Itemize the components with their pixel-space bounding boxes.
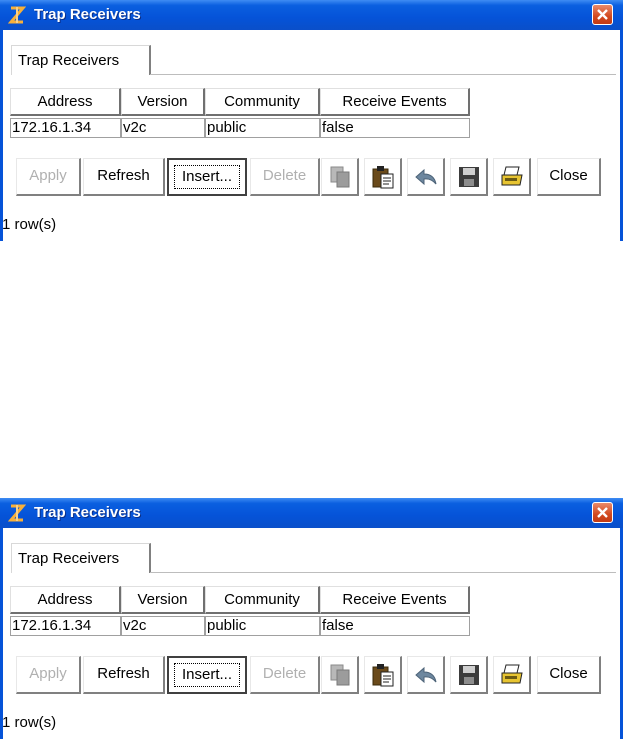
copy-icon	[330, 664, 350, 686]
refresh-button[interactable]: Refresh	[83, 656, 165, 694]
tab-label: Trap Receivers	[18, 52, 120, 69]
trap-receivers-window-2: Trap Receivers Trap Receivers Address Ve…	[0, 498, 623, 739]
close-button[interactable]: Close	[537, 158, 601, 196]
title-bar[interactable]: Trap Receivers	[0, 0, 623, 30]
close-icon	[597, 507, 608, 518]
close-icon	[597, 9, 608, 20]
cell-address[interactable]: 172.16.1.34	[10, 118, 121, 138]
print-icon	[501, 664, 523, 684]
column-header-community[interactable]: Community	[205, 88, 320, 116]
column-header-receive-events[interactable]: Receive Events	[320, 586, 470, 614]
window-title: Trap Receivers	[34, 6, 141, 23]
refresh-button[interactable]: Refresh	[83, 158, 165, 196]
close-button[interactable]: Close	[537, 656, 601, 694]
insert-button-label: Insert...	[181, 666, 233, 683]
window-close-button[interactable]	[592, 4, 613, 25]
cell-receive-events[interactable]: false	[320, 616, 470, 636]
print-icon	[501, 166, 523, 186]
undo-button[interactable]	[407, 656, 445, 694]
undo-button[interactable]	[407, 158, 445, 196]
cell-community[interactable]: public	[205, 118, 320, 138]
cell-address[interactable]: 172.16.1.34	[10, 616, 121, 636]
undo-icon	[415, 168, 437, 186]
paste-icon	[372, 664, 394, 687]
app-icon	[8, 6, 26, 24]
status-text: 1 row(s)	[2, 714, 57, 731]
delete-button[interactable]: Delete	[250, 656, 320, 694]
copy-button[interactable]	[321, 656, 359, 694]
delete-button[interactable]: Delete	[250, 158, 320, 196]
window-border-left	[0, 528, 3, 739]
apply-button[interactable]: Apply	[16, 656, 81, 694]
insert-button-label: Insert...	[181, 168, 233, 185]
column-header-version[interactable]: Version	[121, 88, 205, 116]
cell-community[interactable]: public	[205, 616, 320, 636]
paste-button[interactable]	[364, 656, 402, 694]
column-header-version[interactable]: Version	[121, 586, 205, 614]
status-text: 1 row(s)	[2, 216, 57, 233]
apply-button[interactable]: Apply	[16, 158, 81, 196]
cell-version[interactable]: v2c	[121, 118, 205, 138]
app-icon	[8, 504, 26, 522]
tab-divider	[150, 74, 616, 75]
save-button[interactable]	[450, 158, 488, 196]
paste-button[interactable]	[364, 158, 402, 196]
column-header-receive-events[interactable]: Receive Events	[320, 88, 470, 116]
copy-icon	[330, 166, 350, 188]
tab-label: Trap Receivers	[18, 550, 120, 567]
window-close-button[interactable]	[592, 502, 613, 523]
tab-divider	[150, 572, 616, 573]
save-icon	[459, 665, 479, 685]
tab-trap-receivers[interactable]: Trap Receivers	[11, 45, 151, 75]
print-button[interactable]	[493, 656, 531, 694]
column-header-community[interactable]: Community	[205, 586, 320, 614]
save-button[interactable]	[450, 656, 488, 694]
column-header-address[interactable]: Address	[10, 586, 121, 614]
save-icon	[459, 167, 479, 187]
insert-button[interactable]: Insert...	[167, 158, 247, 196]
column-header-address[interactable]: Address	[10, 88, 121, 116]
tab-trap-receivers[interactable]: Trap Receivers	[11, 543, 151, 573]
window-title: Trap Receivers	[34, 504, 141, 521]
insert-button[interactable]: Insert...	[167, 656, 247, 694]
paste-icon	[372, 166, 394, 189]
window-border-left	[0, 30, 3, 241]
title-bar[interactable]: Trap Receivers	[0, 498, 623, 528]
cell-receive-events[interactable]: false	[320, 118, 470, 138]
print-button[interactable]	[493, 158, 531, 196]
trap-receivers-window: Trap Receivers Trap Receivers Address Ve…	[0, 0, 623, 241]
cell-version[interactable]: v2c	[121, 616, 205, 636]
undo-icon	[415, 666, 437, 684]
copy-button[interactable]	[321, 158, 359, 196]
